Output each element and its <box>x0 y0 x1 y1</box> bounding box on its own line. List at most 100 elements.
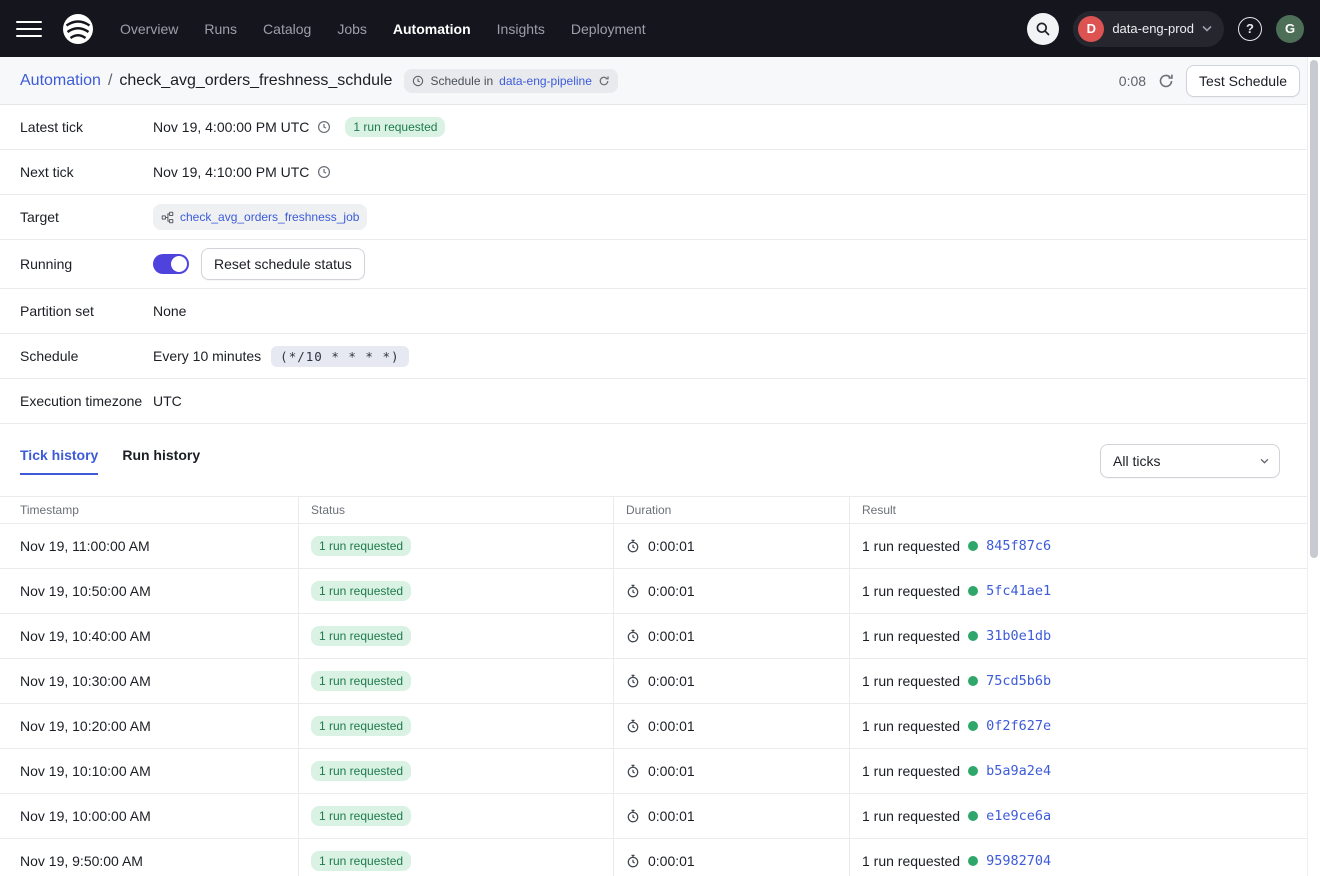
result-text: 1 run requested <box>862 763 960 779</box>
run-status-dot <box>968 586 978 596</box>
scrollbar-thumb[interactable] <box>1310 60 1318 558</box>
run-status-dot <box>968 721 978 731</box>
help-button[interactable]: ? <box>1238 17 1262 41</box>
run-status-dot <box>968 856 978 866</box>
dagster-logo[interactable] <box>60 11 96 47</box>
run-id-link[interactable]: 845f87c6 <box>986 538 1051 554</box>
nav-item[interactable]: Automation <box>393 21 471 37</box>
next-tick-value: Nov 19, 4:10:00 PM UTC <box>153 164 309 180</box>
stopwatch-icon <box>626 584 640 598</box>
cell-timestamp: Nov 19, 11:00:00 AM <box>0 524 299 568</box>
run-id-link[interactable]: b5a9a2e4 <box>986 763 1051 779</box>
schedule-badge-text: Schedule in <box>430 74 493 88</box>
user-avatar[interactable]: G <box>1276 15 1304 43</box>
reset-schedule-status-button[interactable]: Reset schedule status <box>201 248 365 280</box>
main-nav: Overview Runs Catalog Jobs Automation In… <box>120 21 646 37</box>
menu-icon[interactable] <box>16 16 42 42</box>
page-title: check_avg_orders_freshness_schdule <box>119 72 392 90</box>
nav-item[interactable]: Insights <box>497 21 545 37</box>
cell-duration: 0:00:01 <box>614 839 850 876</box>
history-tab[interactable]: Tick history <box>20 447 98 475</box>
run-status-dot <box>968 766 978 776</box>
cell-status: 1 run requested <box>299 524 614 568</box>
search-button[interactable] <box>1027 13 1059 45</box>
result-text: 1 run requested <box>862 538 960 554</box>
cell-timestamp: Nov 19, 10:40:00 AM <box>0 614 299 658</box>
status-badge: 1 run requested <box>311 536 411 556</box>
history-tab[interactable]: Run history <box>122 447 200 475</box>
table-row: Nov 19, 10:00:00 AM 1 run requested 0:00… <box>0 794 1307 839</box>
chevron-down-icon <box>1202 25 1212 32</box>
cell-status: 1 run requested <box>299 839 614 876</box>
top-nav-right: D data-eng-prod ? G <box>1027 11 1304 47</box>
tick-history-table: Timestamp Status Duration Result Nov 19,… <box>0 496 1307 876</box>
running-toggle[interactable] <box>153 254 189 274</box>
run-id-link[interactable]: 75cd5b6b <box>986 673 1051 689</box>
cron-expression: (*/10 * * * *) <box>271 346 408 367</box>
history-tabs: Tick history Run history <box>20 447 200 475</box>
col-duration: Duration <box>614 497 850 523</box>
run-id-link[interactable]: 31b0e1db <box>986 628 1051 644</box>
latest-tick-status-badge: 1 run requested <box>345 117 445 137</box>
cell-status: 1 run requested <box>299 749 614 793</box>
clock-icon <box>317 120 331 134</box>
stopwatch-icon <box>626 809 640 823</box>
table-row: Nov 19, 10:20:00 AM 1 run requested 0:00… <box>0 704 1307 749</box>
breadcrumb-automation-link[interactable]: Automation <box>20 72 101 90</box>
table-row: Nov 19, 10:40:00 AM 1 run requested 0:00… <box>0 614 1307 659</box>
nav-item[interactable]: Jobs <box>337 21 367 37</box>
nav-item[interactable]: Deployment <box>571 21 646 37</box>
stopwatch-icon <box>626 854 640 868</box>
question-icon: ? <box>1246 21 1254 36</box>
run-id-link[interactable]: e1e9ce6a <box>986 808 1051 824</box>
cell-timestamp: Nov 19, 10:20:00 AM <box>0 704 299 748</box>
pipeline-link[interactable]: data-eng-pipeline <box>499 74 592 88</box>
test-schedule-button[interactable]: Test Schedule <box>1186 65 1300 97</box>
tick-filter-select[interactable]: All ticks <box>1100 444 1280 478</box>
run-status-dot <box>968 541 978 551</box>
cell-timestamp: Nov 19, 10:00:00 AM <box>0 794 299 838</box>
stopwatch-icon <box>626 719 640 733</box>
latest-tick-value: Nov 19, 4:00:00 PM UTC <box>153 119 309 135</box>
cell-timestamp: Nov 19, 10:30:00 AM <box>0 659 299 703</box>
stopwatch-icon <box>626 539 640 553</box>
timezone-label: Execution timezone <box>0 393 153 409</box>
partition-set-value: None <box>153 303 186 319</box>
cell-duration: 0:00:01 <box>614 524 850 568</box>
run-id-link[interactable]: 0f2f627e <box>986 718 1051 734</box>
stopwatch-icon <box>626 674 640 688</box>
row-target: Target check_avg_orders_freshness_job <box>0 195 1320 240</box>
cell-status: 1 run requested <box>299 794 614 838</box>
nav-item[interactable]: Runs <box>204 21 237 37</box>
cell-result: 1 run requested 0f2f627e <box>850 704 1307 748</box>
stopwatch-icon <box>626 764 640 778</box>
running-label: Running <box>0 256 153 272</box>
run-status-dot <box>968 631 978 641</box>
target-job-pill[interactable]: check_avg_orders_freshness_job <box>153 204 367 230</box>
cell-status: 1 run requested <box>299 659 614 703</box>
table-row: Nov 19, 10:10:00 AM 1 run requested 0:00… <box>0 749 1307 794</box>
row-latest-tick: Latest tick Nov 19, 4:00:00 PM UTC 1 run… <box>0 105 1320 150</box>
cell-duration: 0:00:01 <box>614 569 850 613</box>
reload-code-icon[interactable] <box>598 75 610 87</box>
run-id-link[interactable]: 95982704 <box>986 853 1051 869</box>
nav-item[interactable]: Catalog <box>263 21 311 37</box>
table-header: Timestamp Status Duration Result <box>0 496 1307 524</box>
cell-result: 1 run requested 75cd5b6b <box>850 659 1307 703</box>
refresh-icon[interactable] <box>1158 73 1174 89</box>
job-graph-icon <box>161 211 174 224</box>
target-job-link[interactable]: check_avg_orders_freshness_job <box>180 210 359 224</box>
row-running: Running Reset schedule status <box>0 240 1320 289</box>
schedule-location-badge: Schedule in data-eng-pipeline <box>404 69 617 93</box>
cell-status: 1 run requested <box>299 614 614 658</box>
result-text: 1 run requested <box>862 718 960 734</box>
deployment-name: data-eng-prod <box>1112 21 1194 36</box>
scrollbar-track[interactable] <box>1307 57 1320 876</box>
status-badge: 1 run requested <box>311 671 411 691</box>
stopwatch-icon <box>626 629 640 643</box>
deployment-switcher[interactable]: D data-eng-prod <box>1073 11 1224 47</box>
cell-result: 1 run requested 5fc41ae1 <box>850 569 1307 613</box>
run-id-link[interactable]: 5fc41ae1 <box>986 583 1051 599</box>
table-row: Nov 19, 9:50:00 AM 1 run requested 0:00:… <box>0 839 1307 876</box>
nav-item[interactable]: Overview <box>120 21 178 37</box>
